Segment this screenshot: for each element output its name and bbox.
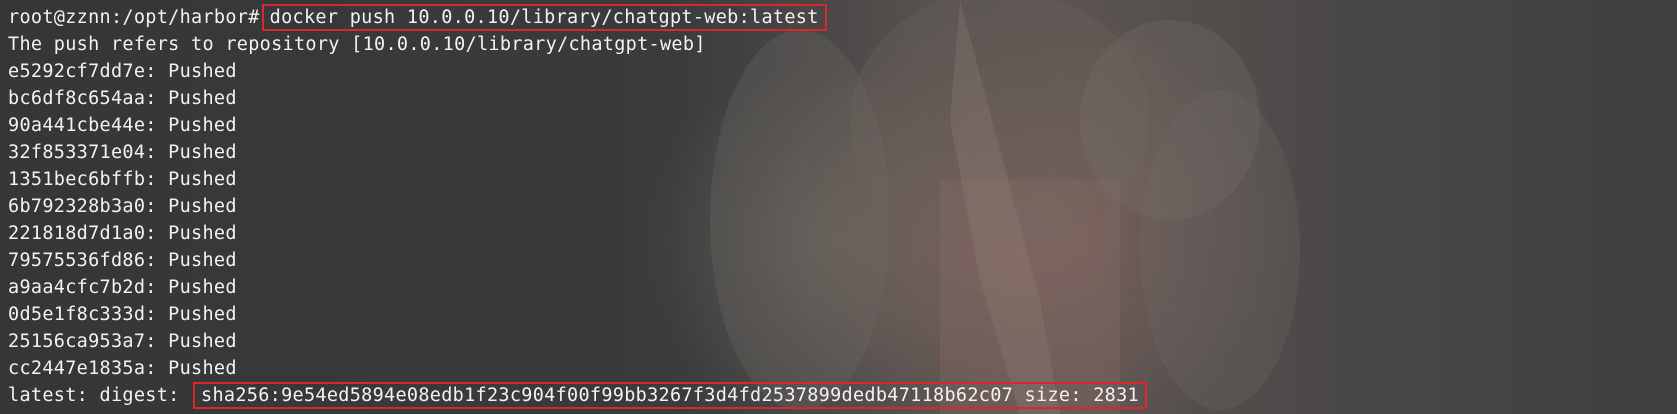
layer-separator: : <box>145 169 169 190</box>
layer-separator: : <box>145 142 169 163</box>
layer-line: 79575536fd86: Pushed <box>8 247 1147 274</box>
terminal-output: root@zznn:/opt/harbor# docker push 10.0.0… <box>8 4 1147 409</box>
highlighted-digest: sha256:9e54ed5894e08edb1f23c904f00f99bb3… <box>193 382 1147 409</box>
layer-line: 1351bec6bffb: Pushed <box>8 166 1147 193</box>
layer-line: 32f853371e04: Pushed <box>8 139 1147 166</box>
layer-line: bc6df8c654aa: Pushed <box>8 85 1147 112</box>
layer-id: 32f853371e04 <box>8 142 146 163</box>
layer-status: Pushed <box>168 331 237 352</box>
shell-prompt: root@zznn:/opt/harbor# <box>8 7 260 28</box>
layer-list: e5292cf7dd7e: Pushed bc6df8c654aa: Pushed… <box>8 58 1147 382</box>
layer-separator: : <box>145 88 169 109</box>
layer-line: a9aa4cfc7b2d: Pushed <box>8 274 1147 301</box>
layer-status: Pushed <box>168 61 237 82</box>
layer-separator: : <box>145 331 169 352</box>
digest-label: latest: digest: <box>8 385 180 406</box>
layer-status: Pushed <box>168 196 237 217</box>
layer-line: e5292cf7dd7e: Pushed <box>8 58 1147 85</box>
layer-separator: : <box>145 304 169 325</box>
layer-separator: : <box>145 277 169 298</box>
layer-separator: : <box>145 358 169 379</box>
layer-id: 0d5e1f8c333d <box>8 304 146 325</box>
layer-line: cc2447e1835a: Pushed <box>8 355 1147 382</box>
digest-line: latest: digest: sha256:9e54ed5894e08edb1… <box>8 382 1147 409</box>
layer-line: 221818d7d1a0: Pushed <box>8 220 1147 247</box>
layer-line: 6b792328b3a0: Pushed <box>8 193 1147 220</box>
terminal-window[interactable]: root@zznn:/opt/harbor# docker push 10.0.0… <box>0 0 1677 414</box>
push-refers-line: The push refers to repository [10.0.0.10… <box>8 34 706 55</box>
layer-status: Pushed <box>168 169 237 190</box>
layer-status: Pushed <box>168 304 237 325</box>
layer-id: 6b792328b3a0 <box>8 196 146 217</box>
layer-status: Pushed <box>168 142 237 163</box>
layer-line: 90a441cbe44e: Pushed <box>8 112 1147 139</box>
layer-status: Pushed <box>168 115 237 136</box>
layer-separator: : <box>145 223 169 244</box>
layer-id: cc2447e1835a <box>8 358 146 379</box>
layer-separator: : <box>145 115 169 136</box>
layer-line: 0d5e1f8c333d: Pushed <box>8 301 1147 328</box>
layer-separator: : <box>145 250 169 271</box>
layer-status: Pushed <box>168 277 237 298</box>
layer-id: 79575536fd86 <box>8 250 146 271</box>
layer-id: 90a441cbe44e <box>8 115 146 136</box>
layer-separator: : <box>145 61 169 82</box>
layer-id: 221818d7d1a0 <box>8 223 146 244</box>
layer-id: 1351bec6bffb <box>8 169 146 190</box>
layer-status: Pushed <box>168 88 237 109</box>
command-line: root@zznn:/opt/harbor# docker push 10.0.0… <box>8 4 1147 31</box>
layer-id: bc6df8c654aa <box>8 88 146 109</box>
layer-status: Pushed <box>168 358 237 379</box>
layer-id: a9aa4cfc7b2d <box>8 277 146 298</box>
layer-id: 25156ca953a7 <box>8 331 146 352</box>
layer-id: e5292cf7dd7e <box>8 61 146 82</box>
layer-separator: : <box>145 196 169 217</box>
layer-status: Pushed <box>168 223 237 244</box>
layer-status: Pushed <box>168 250 237 271</box>
highlighted-command: docker push 10.0.0.10/library/chatgpt-we… <box>261 4 827 31</box>
layer-line: 25156ca953a7: Pushed <box>8 328 1147 355</box>
